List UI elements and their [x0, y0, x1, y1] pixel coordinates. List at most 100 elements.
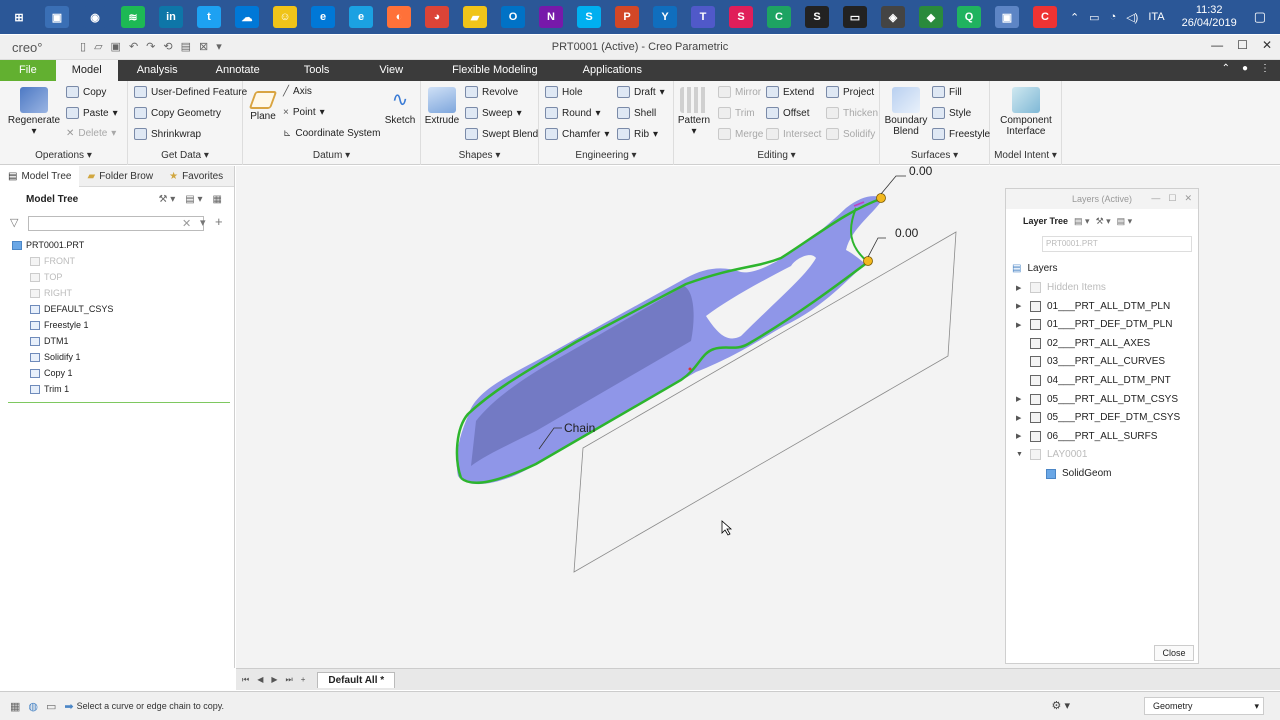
tree-item-root[interactable]: PRT0001.PRT — [12, 240, 84, 250]
add-tab-icon[interactable]: + — [301, 675, 306, 685]
browser-icon[interactable]: ◍ — [28, 700, 38, 713]
clear-search-icon[interactable]: ✕ — [182, 217, 191, 230]
revolve-button[interactable]: Revolve — [465, 86, 518, 98]
layer-item[interactable]: ▶ Hidden Items — [1016, 282, 1106, 293]
explorer-icon[interactable]: ▰ — [463, 6, 487, 28]
add-icon[interactable]: + — [215, 214, 223, 229]
close-button[interactable]: ✕ — [1262, 38, 1272, 52]
regenerate-button[interactable]: Regenerate ▾ — [6, 87, 62, 137]
volume-icon[interactable]: ◁) — [1126, 11, 1138, 24]
tab-tools[interactable]: Tools — [279, 60, 355, 81]
drag-handle-upper[interactable] — [876, 193, 886, 203]
active-model-select[interactable]: PRT0001.PRT — [1042, 236, 1192, 252]
point-button[interactable]: × Point ▾ — [283, 107, 325, 118]
surfaces-group-label[interactable]: Surfaces ▾ — [880, 150, 989, 161]
minimize-button[interactable]: — — [1151, 193, 1160, 204]
trim-button[interactable]: Trim — [718, 107, 755, 119]
terminal-icon[interactable]: S — [805, 6, 829, 28]
tab-default-all[interactable]: Default All * — [317, 671, 396, 688]
last-tab-icon[interactable]: ⏭ — [286, 675, 293, 685]
tab-folder-browser[interactable]: ▰ Folder Brow — [79, 171, 161, 182]
shrinkwrap-button[interactable]: Shrinkwrap — [134, 128, 201, 140]
mirror-button[interactable]: Mirror — [718, 86, 761, 98]
layer-item[interactable]: 02___PRT_ALL_AXES — [1016, 337, 1150, 349]
expand-arrow-icon[interactable]: ▶ — [1016, 432, 1024, 440]
offset-button[interactable]: Offset — [766, 107, 810, 119]
sweep-button[interactable]: Sweep ▾ — [465, 107, 522, 119]
tree-item[interactable]: Solidify 1 — [30, 352, 81, 362]
fill-button[interactable]: Fill — [932, 86, 962, 98]
tab-annotate[interactable]: Annotate — [197, 60, 279, 81]
maximize-button[interactable]: ☐ — [1168, 193, 1176, 204]
tab-flexible-modeling[interactable]: Flexible Modeling — [428, 60, 562, 81]
first-tab-icon[interactable]: ⏮ — [242, 675, 249, 685]
layer-item-solidgeom[interactable]: SolidGeom — [1046, 468, 1111, 479]
paste-button[interactable]: Paste ▾ — [66, 107, 118, 119]
monitor-icon[interactable]: ▭ — [843, 6, 867, 28]
layer-item[interactable]: ▶ 05___PRT_ALL_DTM_CSYS — [1016, 393, 1178, 405]
coordinate-system-button[interactable]: ⊾ Coordinate System — [283, 128, 380, 139]
slack-ish-icon[interactable]: S — [729, 6, 753, 28]
user-defined-feature-button[interactable]: User-Defined Feature — [134, 86, 247, 98]
outlook-icon[interactable]: O — [501, 6, 525, 28]
selection-filter-dropdown[interactable]: Geometry ▾ — [1144, 697, 1264, 715]
tab-model[interactable]: Model — [55, 60, 118, 81]
open-icon[interactable]: ▱ — [94, 40, 102, 53]
layer-settings-icon[interactable]: ▤ ▾ — [1117, 216, 1133, 227]
layer-item[interactable]: ▶ 01___PRT_DEF_DTM_PLN — [1016, 319, 1172, 331]
solidify-button[interactable]: Solidify — [826, 128, 875, 140]
help-icon[interactable]: ● — [1242, 63, 1248, 74]
copy-geometry-button[interactable]: Copy Geometry — [134, 107, 221, 119]
tab-model-tree[interactable]: ▤ Model Tree — [0, 165, 80, 187]
redo-icon[interactable]: ↷ — [146, 40, 155, 53]
chain-label[interactable]: Chain — [564, 421, 595, 435]
close-window-icon[interactable]: ⊠ — [199, 40, 208, 53]
axis-button[interactable]: ╱ Axis — [283, 86, 312, 97]
camtasia-icon[interactable]: C — [767, 6, 791, 28]
chamfer-button[interactable]: Chamfer ▾ — [545, 128, 609, 140]
layer-item[interactable]: ▼ LAY0001 — [1016, 449, 1087, 461]
selection-filter-icon[interactable]: ⚙ ▾ — [1052, 699, 1070, 712]
tab-applications[interactable]: Applications — [562, 60, 663, 81]
creo-active-icon[interactable]: ▣ — [995, 6, 1019, 28]
tree-item[interactable]: RIGHT — [30, 288, 72, 298]
windows-icon[interactable]: ▤ — [181, 40, 191, 53]
extrude-button[interactable]: Extrude — [423, 87, 461, 126]
get-data-group-label[interactable]: Get Data ▾ — [128, 150, 242, 161]
layer-filters-icon[interactable]: ⚒ ▾ — [1096, 216, 1111, 227]
filter-icon[interactable]: ▽ — [10, 216, 18, 229]
tree-item[interactable]: Trim 1 — [30, 384, 69, 394]
expand-arrow-icon[interactable]: ▶ — [1016, 321, 1024, 329]
tree-item[interactable]: Copy 1 — [30, 368, 73, 378]
yammer-icon[interactable]: Y — [653, 6, 677, 28]
operations-group-label[interactable]: Operations ▾ — [0, 150, 127, 161]
maximize-button[interactable]: ☐ — [1237, 38, 1248, 52]
tree-columns-icon[interactable]: ▦ — [213, 194, 222, 205]
engineering-group-label[interactable]: Engineering ▾ — [539, 150, 673, 161]
tree-item[interactable]: FRONT — [30, 256, 75, 266]
menu-icon[interactable]: ⋮ — [1260, 63, 1270, 74]
layer-item[interactable]: ▶ 05___PRT_DEF_DTM_CSYS — [1016, 412, 1180, 424]
smile-icon[interactable]: ☺ — [273, 6, 297, 28]
merge-button[interactable]: Merge — [718, 128, 763, 140]
firefox-icon[interactable]: ◐ — [387, 6, 411, 28]
save-icon[interactable]: ▣ — [111, 40, 121, 53]
spotify-icon[interactable]: ≋ — [121, 6, 145, 28]
edge-icon[interactable]: e — [311, 6, 335, 28]
clock[interactable]: 11:32 26/04/2019 — [1182, 4, 1237, 30]
tab-file[interactable]: File — [0, 60, 56, 81]
rib-button[interactable]: Rib ▾ — [617, 128, 658, 140]
powerpoint-icon[interactable]: P — [615, 6, 639, 28]
hole-button[interactable]: Hole — [545, 86, 583, 98]
shell-button[interactable]: Shell — [617, 107, 656, 119]
notifications-icon[interactable]: ▢ — [1254, 9, 1266, 25]
language-indicator[interactable]: ITA — [1148, 11, 1164, 23]
project-button[interactable]: Project — [826, 86, 874, 98]
layers-root[interactable]: ▤ Layers — [1012, 263, 1057, 274]
swept-blend-button[interactable]: Swept Blend — [465, 128, 538, 140]
fullscreen-icon[interactable]: ▭ — [46, 700, 56, 713]
linkedin-icon[interactable]: in — [159, 6, 183, 28]
twitter-icon[interactable]: t — [197, 6, 221, 28]
battery-icon[interactable]: ▭ — [1089, 11, 1099, 24]
ie-icon[interactable]: e — [349, 6, 373, 28]
